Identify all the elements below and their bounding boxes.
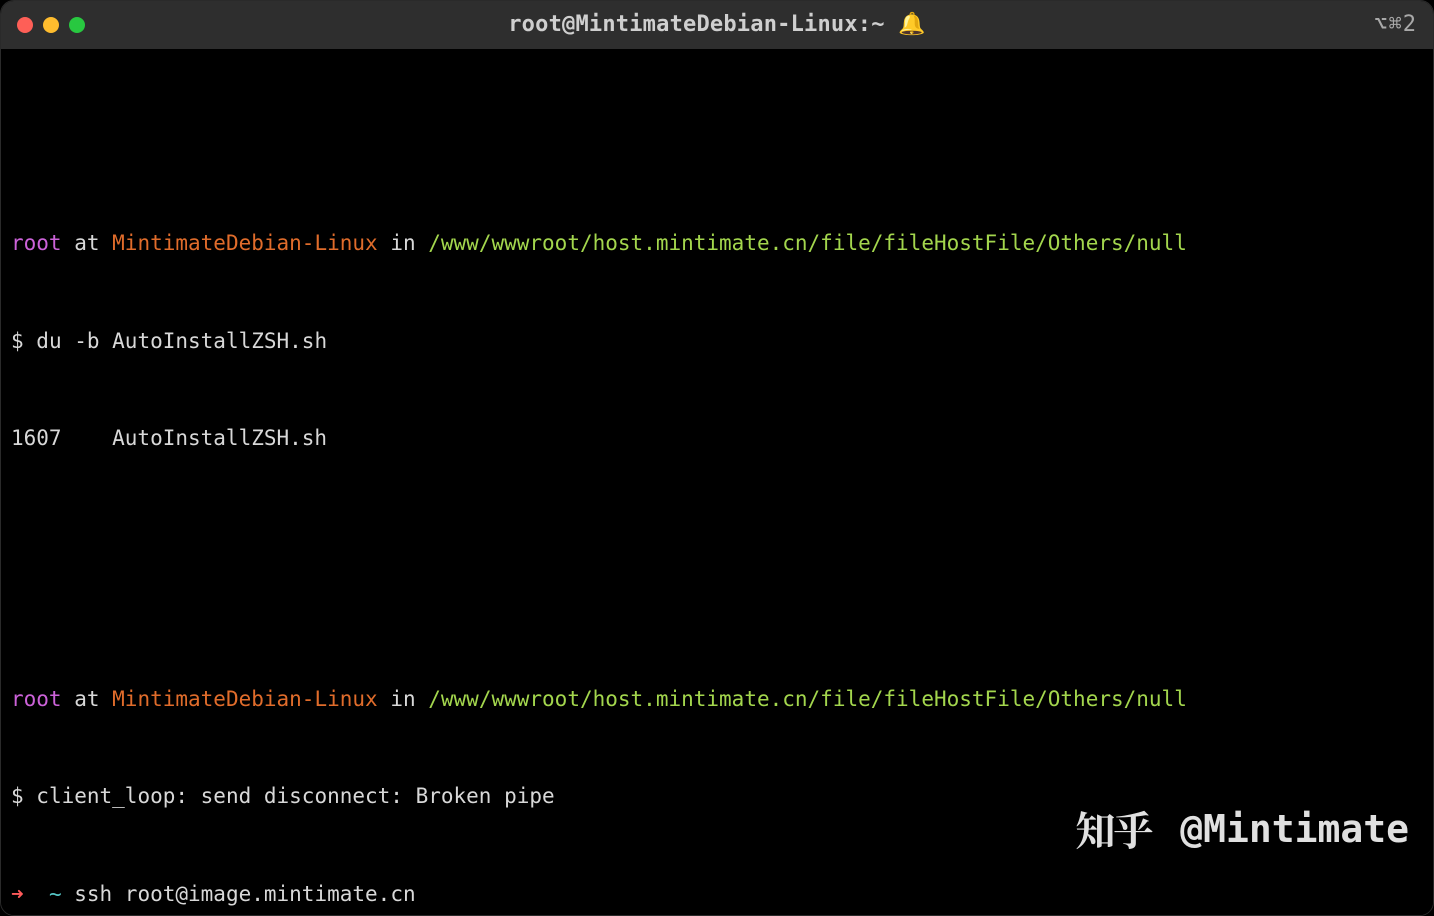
traffic-lights [17, 17, 85, 33]
cmd-ssh: ssh root@image.mintimate.cn [62, 882, 416, 906]
prompt-at: at [62, 231, 113, 255]
prompt-in: in [378, 231, 429, 255]
cmd-du: du -b AutoInstallZSH.sh [36, 329, 327, 353]
terminal-window: root@MintimateDebian-Linux:~ 🔔 ⌥⌘2 root … [0, 0, 1434, 916]
output-line: 1607 AutoInstallZSH.sh [11, 422, 1423, 455]
titlebar-shortcut: ⌥⌘2 [1374, 8, 1417, 42]
arrow-icon: ➜ [11, 882, 49, 906]
prompt-dollar: $ [11, 329, 36, 353]
prompt-line: root at MintimateDebian-Linux in /www/ww… [11, 683, 1423, 716]
title-text: root@MintimateDebian-Linux:~ [508, 12, 884, 37]
close-icon[interactable] [17, 17, 33, 33]
terminal-content[interactable]: root at MintimateDebian-Linux in /www/ww… [1, 49, 1433, 915]
output-line: $ client_loop: send disconnect: Broken p… [11, 780, 1423, 813]
prompt-user: root [11, 231, 62, 255]
command-line: $ du -b AutoInstallZSH.sh [11, 325, 1423, 358]
window-title: root@MintimateDebian-Linux:~ 🔔 [1, 8, 1433, 42]
ssh-line: ➜ ~ ssh root@image.mintimate.cn [11, 878, 1423, 911]
prompt-host: MintimateDebian-Linux [112, 231, 378, 255]
minimize-icon[interactable] [43, 17, 59, 33]
home-tilde: ~ [49, 882, 62, 906]
bell-icon: 🔔 [898, 12, 926, 37]
titlebar: root@MintimateDebian-Linux:~ 🔔 ⌥⌘2 [1, 1, 1433, 49]
prompt-path: /www/wwwroot/host.mintimate.cn/file/file… [428, 231, 1187, 255]
prompt-line: root at MintimateDebian-Linux in /www/ww… [11, 227, 1423, 260]
broken-pipe: client_loop: send disconnect: Broken pip… [36, 784, 554, 808]
zoom-icon[interactable] [69, 17, 85, 33]
